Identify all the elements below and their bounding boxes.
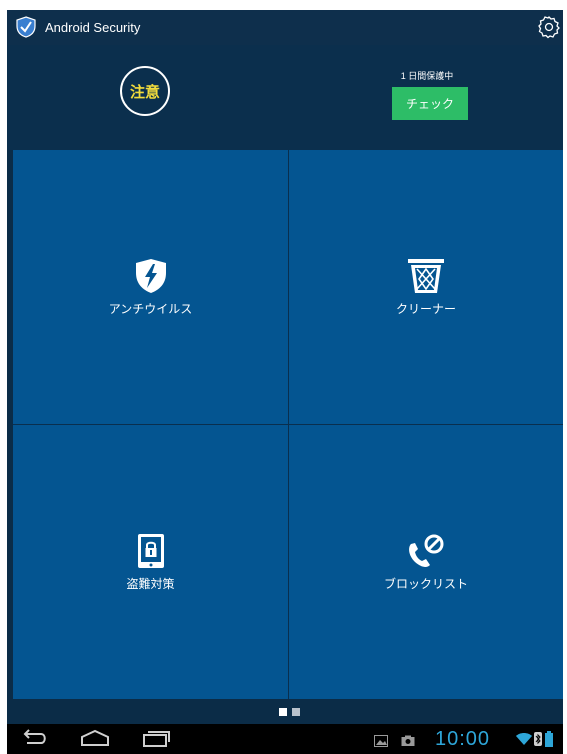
system-clock: 10:00 <box>435 728 491 750</box>
settings-gear-icon[interactable] <box>537 15 561 39</box>
action-bar: Android Security <box>7 10 563 45</box>
check-button[interactable]: チェック <box>392 87 468 120</box>
gallery-notification-icon <box>374 734 388 752</box>
battery-icon <box>545 731 553 752</box>
tile-blocklist-label: ブロックリスト <box>383 576 468 591</box>
page-dot-active[interactable] <box>279 708 287 716</box>
system-navigation-bar: 10:00 <box>7 724 563 754</box>
warning-status-indicator[interactable]: 注意 <box>120 66 170 116</box>
device-screen: Android Security 注意 1 日間保護中 チェック アンチウイルス <box>7 10 563 754</box>
page-indicator <box>7 699 563 724</box>
tile-cleaner-label: クリーナー <box>395 301 456 316</box>
bluetooth-icon <box>534 732 542 751</box>
recent-apps-icon[interactable] <box>141 728 171 753</box>
status-panel: 注意 1 日間保護中 チェック <box>7 45 563 150</box>
warning-label: 注意 <box>129 83 160 101</box>
phone-block-icon <box>405 533 447 569</box>
page-dot[interactable] <box>292 708 300 716</box>
home-icon[interactable] <box>80 728 110 753</box>
tile-blocklist[interactable]: ブロックリスト <box>289 425 563 699</box>
tablet-lock-icon <box>137 533 165 569</box>
wifi-icon <box>516 732 532 751</box>
camera-notification-icon <box>401 734 415 752</box>
back-icon[interactable] <box>21 728 49 753</box>
shield-bolt-icon <box>134 258 168 294</box>
tile-antivirus-label: アンチウイルス <box>108 301 193 316</box>
tile-anti-theft[interactable]: 盗難対策 <box>13 425 288 699</box>
app-shield-icon <box>15 16 37 38</box>
tile-cleaner[interactable]: クリーナー <box>289 150 563 424</box>
app-title: Android Security <box>45 20 141 35</box>
protection-days-text: 1 日間保護中 <box>400 71 454 81</box>
tile-antivirus[interactable]: アンチウイルス <box>13 150 288 424</box>
trash-bin-icon <box>406 258 446 294</box>
feature-grid: アンチウイルス クリーナー 盗難対策 ブロックリスト <box>13 150 563 699</box>
tile-anti-theft-label: 盗難対策 <box>126 576 175 591</box>
